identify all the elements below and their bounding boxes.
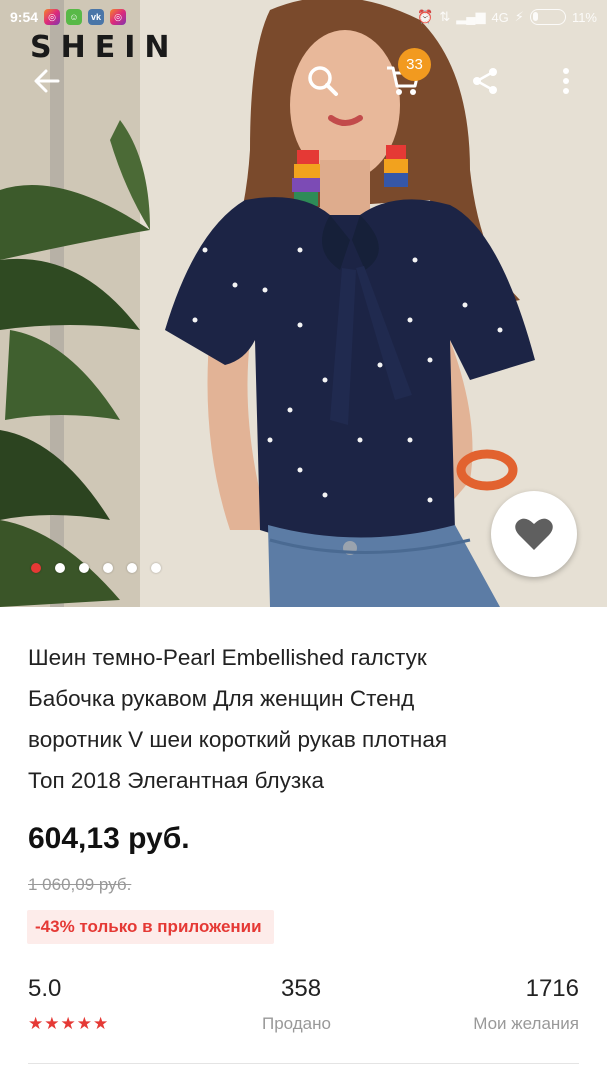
data-arrows-icon: ⇅ xyxy=(439,9,451,24)
arrow-left-icon xyxy=(34,69,60,93)
product-title-line: Бабочка рукавом Для женщин Стенд xyxy=(28,686,415,711)
gallery-dot[interactable] xyxy=(103,563,113,573)
gallery-dot[interactable] xyxy=(31,563,41,573)
android-icon: ☺ xyxy=(66,9,83,25)
star-icon: ★ xyxy=(93,1014,109,1033)
more-options-button[interactable] xyxy=(541,56,591,106)
gallery-dot[interactable] xyxy=(79,563,89,573)
rating-stars: ★ ★ ★ ★ ★ xyxy=(28,1015,108,1033)
alarm-icon: ⏰ xyxy=(417,9,434,24)
current-price: 604,13 руб. xyxy=(28,822,190,855)
wishlist-label: Мои желания xyxy=(473,1014,579,1033)
share-button[interactable] xyxy=(460,56,510,106)
product-title-line: Шеин темно-Pearl Embellished галстук xyxy=(28,645,427,670)
instagram-icon: ◎ xyxy=(44,9,61,25)
back-button[interactable] xyxy=(22,56,72,106)
gallery-pagination xyxy=(31,563,161,573)
wishlist-button[interactable] xyxy=(491,491,577,577)
heart-icon xyxy=(515,518,553,550)
product-stats: 5.0 ★ ★ ★ ★ ★ 358 Продано 1716 Мои желания xyxy=(0,975,607,1039)
search-icon xyxy=(308,66,338,96)
gallery-dot[interactable] xyxy=(151,563,161,573)
instagram-icon: ◎ xyxy=(110,9,127,25)
battery-level: 11% xyxy=(571,9,597,25)
signal-icon: ▂▄▆ xyxy=(456,9,486,24)
star-icon: ★ xyxy=(76,1014,92,1033)
wishlist-count: 1716 xyxy=(525,975,579,1002)
sold-count: 358 xyxy=(281,975,322,1002)
vk-icon: vk xyxy=(88,9,105,25)
sold-label: Продано xyxy=(262,1014,331,1033)
rating-value: 5.0 xyxy=(28,975,62,1002)
gallery-dot[interactable] xyxy=(55,563,65,573)
charging-icon: ⚡ xyxy=(514,9,524,24)
product-image-gallery[interactable]: 9:54 ◎ ☺ vk ◎ ⏰ ⇅ ▂▄▆ 4G ⚡ 11% SHEIN 33 xyxy=(0,0,607,607)
original-price: 1 060,09 руб. xyxy=(28,875,132,894)
more-vertical-icon xyxy=(563,68,569,94)
product-title: Шеин темно-Pearl Embellished галстук Баб… xyxy=(28,637,588,801)
divider xyxy=(28,1063,579,1064)
search-button[interactable] xyxy=(298,56,348,106)
cart-count-badge: 33 xyxy=(398,48,431,81)
star-icon: ★ xyxy=(28,1014,44,1033)
status-bar: 9:54 ◎ ☺ vk ◎ ⏰ ⇅ ▂▄▆ 4G ⚡ 11% xyxy=(0,0,607,34)
gallery-dot[interactable] xyxy=(127,563,137,573)
share-icon xyxy=(473,68,497,94)
product-title-line: Топ 2018 Элегантная блузка xyxy=(28,768,325,793)
star-icon: ★ xyxy=(44,1014,60,1033)
status-time: 9:54 xyxy=(10,9,39,25)
star-icon: ★ xyxy=(60,1014,76,1033)
network-type: 4G xyxy=(491,9,509,25)
battery-icon xyxy=(529,9,566,25)
discount-badge: -43% только в приложении xyxy=(27,910,274,944)
product-title-line: воротник V шеи короткий рукав плотная xyxy=(28,727,448,752)
